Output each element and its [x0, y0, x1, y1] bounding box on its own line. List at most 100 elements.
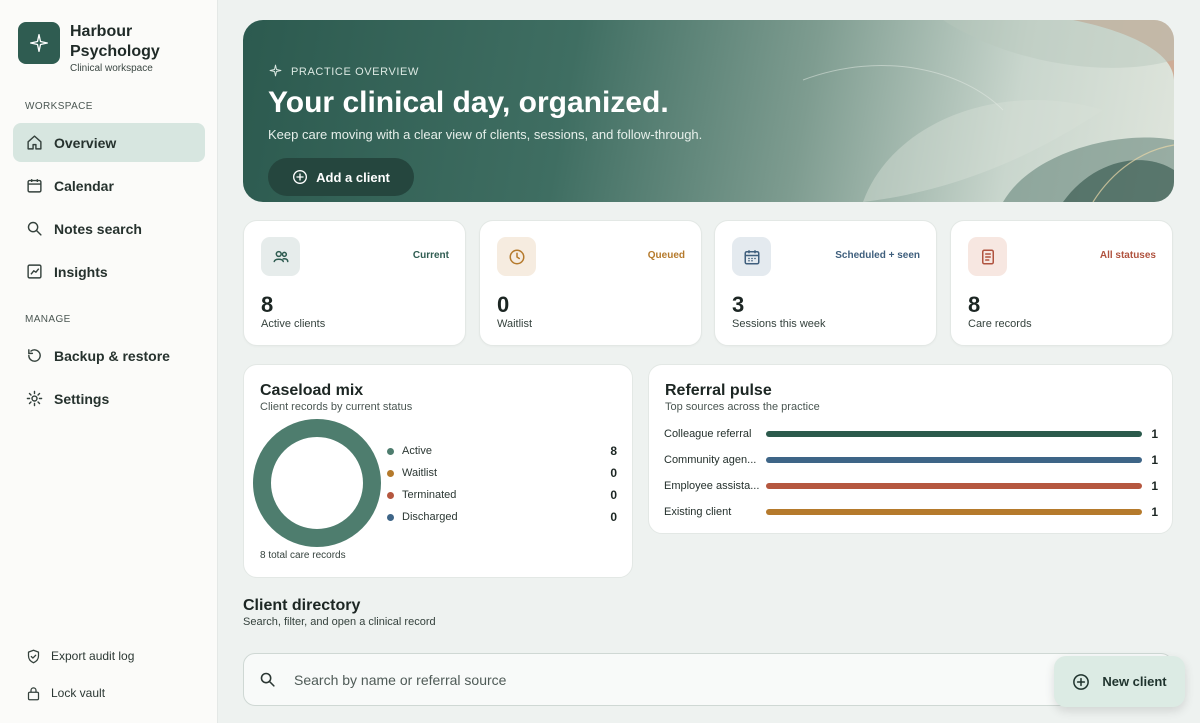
legend-value: 0: [610, 488, 617, 502]
referral-source-name: Employee assista...: [664, 480, 760, 492]
hero-kicker-text: PRACTICE OVERVIEW: [291, 66, 419, 78]
referral-source-name: Colleague referral: [664, 428, 752, 440]
legend-row-discharged: Discharged 0: [387, 510, 617, 524]
users-icon: [261, 237, 300, 276]
client-search-bar[interactable]: [243, 653, 1173, 706]
referral-pulse-panel: Referral pulse Top sources across the pr…: [648, 364, 1173, 534]
sidebar-item-insights[interactable]: Insights: [13, 252, 205, 291]
legend-dot: [387, 447, 394, 455]
stat-value: 8: [968, 292, 981, 317]
stat-tag: Queued: [647, 250, 685, 261]
referral-count: 1: [1151, 427, 1158, 441]
sparkle-icon: [269, 64, 282, 80]
referral-bar: [766, 509, 1142, 515]
calendar-icon: [25, 177, 43, 195]
client-directory-subtitle: Search, filter, and open a clinical reco…: [243, 616, 436, 628]
new-client-button[interactable]: New client: [1054, 656, 1185, 707]
referral-row: Existing client 1: [664, 505, 1158, 519]
donut-segment-active: [253, 419, 381, 547]
caseload-subtitle: Client records by current status: [260, 401, 413, 413]
referral-row: Community agen... 1: [664, 453, 1158, 467]
client-search-input[interactable]: [294, 671, 994, 688]
stat-card-care-records[interactable]: All statuses 8 Care records: [950, 220, 1173, 346]
chart-icon: [25, 263, 43, 281]
calendar-icon: [732, 237, 771, 276]
manage-section-label: MANAGE: [25, 314, 71, 325]
legend-name: Discharged: [402, 511, 458, 523]
referral-count: 1: [1151, 453, 1158, 467]
sidebar-item-label: Settings: [54, 390, 110, 407]
stat-tag: All statuses: [1099, 250, 1156, 261]
legend-dot: [387, 469, 394, 477]
stat-card-waitlist[interactable]: Queued 0 Waitlist: [479, 220, 702, 346]
sidebar-item-label: Calendar: [54, 177, 114, 194]
hero-banner: PRACTICE OVERVIEW Your clinical day, org…: [243, 20, 1174, 202]
export-audit-log-link[interactable]: Export audit log: [25, 648, 134, 664]
search-icon: [25, 220, 43, 238]
stat-card-active-clients[interactable]: Current 8 Active clients: [243, 220, 466, 346]
client-directory-title: Client directory: [243, 597, 361, 614]
home-icon: [25, 134, 43, 152]
sidebar-item-label: Notes search: [54, 220, 142, 237]
stat-label: Active clients: [261, 318, 326, 330]
legend-row-waitlist: Waitlist 0: [387, 466, 617, 480]
export-audit-log-label: Export audit log: [51, 649, 135, 663]
legend-value: 8: [610, 444, 617, 458]
referral-bar: [766, 431, 1142, 437]
lock-vault-label: Lock vault: [51, 686, 106, 700]
hero-description: Keep care moving with a clear view of cl…: [268, 127, 703, 142]
stat-label: Waitlist: [497, 318, 533, 330]
legend-row-terminated: Terminated 0: [387, 488, 617, 502]
stat-label: Care records: [968, 318, 1032, 330]
shield-icon: [25, 648, 41, 664]
sidebar-item-calendar[interactable]: Calendar: [13, 166, 205, 205]
referral-bar: [766, 483, 1142, 489]
legend-value: 0: [610, 510, 617, 524]
clock-icon: [497, 237, 536, 276]
document-icon: [968, 237, 1007, 276]
stat-tag: Current: [412, 250, 449, 261]
legend-value: 0: [610, 466, 617, 480]
sparkle-logo-icon: [18, 22, 60, 64]
caseload-title: Caseload mix: [260, 382, 364, 399]
stat-value: 3: [732, 292, 745, 317]
legend-dot: [387, 491, 394, 499]
caseload-total: 8 total care records: [260, 550, 346, 561]
referral-bar: [766, 457, 1142, 463]
add-client-button[interactable]: Add a client: [268, 158, 414, 196]
referral-count: 1: [1151, 479, 1158, 493]
referral-row: Employee assista... 1: [664, 479, 1158, 493]
caseload-donut-chart: [253, 419, 381, 547]
legend-name: Active: [402, 445, 432, 457]
sidebar-item-label: Insights: [54, 263, 108, 280]
sidebar: Harbour Psychology Clinical workspace WO…: [0, 0, 218, 723]
sidebar-item-overview[interactable]: Overview: [13, 123, 205, 162]
referral-title: Referral pulse: [665, 382, 772, 399]
caseload-mix-panel: Caseload mix Client records by current s…: [243, 364, 633, 578]
stat-card-sessions[interactable]: Scheduled + seen 3 Sessions this week: [714, 220, 937, 346]
sidebar-item-backup-restore[interactable]: Backup & restore: [13, 336, 205, 375]
stat-label: Sessions this week: [732, 318, 826, 330]
restore-icon: [25, 347, 43, 365]
legend-dot: [387, 513, 394, 521]
workspace-section-label: WORKSPACE: [25, 101, 93, 112]
lock-icon: [25, 685, 41, 701]
new-client-label: New client: [1102, 674, 1167, 689]
legend-name: Waitlist: [402, 467, 438, 479]
gear-icon: [25, 390, 43, 408]
hero-kicker: PRACTICE OVERVIEW: [269, 64, 419, 80]
sidebar-item-label: Overview: [54, 134, 117, 151]
brand-name: Harbour Psychology: [70, 23, 160, 60]
legend-row-active: Active 8: [387, 444, 617, 458]
add-client-label: Add a client: [316, 169, 390, 185]
sidebar-item-notes-search[interactable]: Notes search: [13, 209, 205, 248]
sidebar-item-label: Backup & restore: [54, 347, 170, 364]
sidebar-item-settings[interactable]: Settings: [13, 379, 205, 418]
referral-count: 1: [1151, 505, 1158, 519]
stat-value: 8: [261, 292, 274, 317]
lock-vault-link[interactable]: Lock vault: [25, 685, 105, 701]
brand-subtitle: Clinical workspace: [70, 63, 153, 74]
brand: Harbour Psychology Clinical workspace: [18, 22, 170, 74]
search-icon: [259, 671, 276, 688]
stat-tag: Scheduled + seen: [835, 250, 920, 261]
